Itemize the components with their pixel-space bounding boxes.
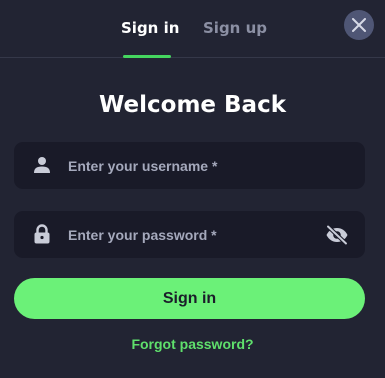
eye-slash-icon bbox=[326, 225, 348, 245]
auth-tabs: Sign in Sign up bbox=[0, 0, 385, 58]
toggle-password-visibility[interactable] bbox=[325, 224, 349, 246]
user-icon bbox=[32, 155, 52, 175]
password-input[interactable] bbox=[68, 211, 318, 258]
sign-in-button[interactable]: Sign in bbox=[14, 278, 365, 319]
close-icon bbox=[352, 18, 366, 32]
active-tab-indicator bbox=[123, 55, 171, 58]
username-field bbox=[14, 142, 365, 189]
tab-sign-in[interactable]: Sign in bbox=[121, 18, 179, 38]
sign-in-modal: Sign in Sign up Welcome Back Enter your … bbox=[0, 0, 385, 378]
forgot-password-link[interactable]: Forgot password? bbox=[0, 335, 385, 353]
lock-icon bbox=[32, 224, 52, 244]
close-button[interactable] bbox=[344, 10, 374, 40]
username-input[interactable] bbox=[68, 142, 318, 189]
tab-sign-up[interactable]: Sign up bbox=[203, 18, 267, 38]
password-field bbox=[14, 211, 365, 258]
page-title: Welcome Back bbox=[98, 92, 287, 118]
